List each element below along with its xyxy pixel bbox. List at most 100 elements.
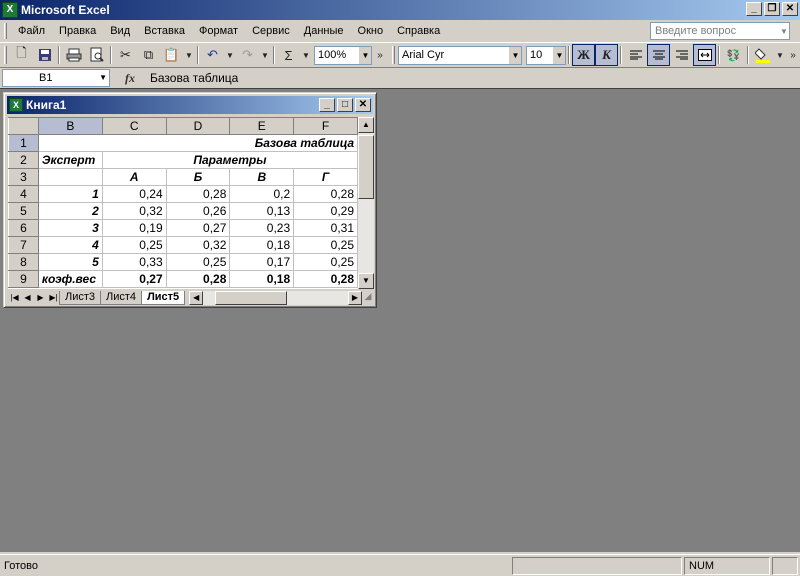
align-right-icon[interactable] xyxy=(670,44,693,66)
value-cell[interactable]: 0,24 xyxy=(101,185,167,203)
column-header-e[interactable]: E xyxy=(229,117,295,135)
row-header[interactable]: 8 xyxy=(8,253,39,271)
menu-file[interactable]: Файл xyxy=(11,22,52,40)
value-cell[interactable]: 0,32 xyxy=(165,236,231,254)
name-box-dropdown-icon[interactable]: ▼ xyxy=(99,73,107,82)
expert-header-cell[interactable]: Эксперт xyxy=(37,151,103,169)
italic-button[interactable]: К xyxy=(595,44,618,66)
sheet-tab-5[interactable]: Лист5 xyxy=(141,291,186,305)
sheet-tab-4[interactable]: Лист4 xyxy=(100,291,143,305)
toolbar-overflow-icon-2[interactable]: » xyxy=(786,44,800,66)
formula-input[interactable]: Базова таблица xyxy=(150,69,800,87)
param-name-cell[interactable]: А xyxy=(101,168,167,186)
zoom-dropdown-icon[interactable]: ▼ xyxy=(359,46,371,64)
horizontal-scroll-thumb[interactable] xyxy=(215,291,288,305)
vertical-scroll-thumb[interactable] xyxy=(358,135,374,199)
expert-number-cell[interactable]: 5 xyxy=(37,253,103,271)
expert-number-cell[interactable]: 2 xyxy=(37,202,103,220)
value-cell[interactable]: 0,33 xyxy=(101,253,167,271)
next-sheet-icon[interactable]: ▶ xyxy=(34,291,47,305)
value-cell[interactable]: 0,32 xyxy=(101,202,167,220)
zoom-select[interactable]: 100% ▼ xyxy=(314,45,372,65)
menu-format[interactable]: Формат xyxy=(192,22,245,40)
fill-color-dropdown-icon[interactable]: ▼ xyxy=(774,44,786,66)
row-header[interactable]: 1 xyxy=(8,134,39,152)
value-cell[interactable]: 0,2 xyxy=(229,185,295,203)
value-cell[interactable]: 0,13 xyxy=(229,202,295,220)
workbook-title-bar[interactable]: X Книга1 _ □ ✕ xyxy=(7,96,373,114)
font-size-select[interactable]: 10 ▼ xyxy=(526,45,566,65)
value-cell[interactable]: 0,25 xyxy=(293,236,358,254)
menu-view[interactable]: Вид xyxy=(103,22,137,40)
coef-label-cell[interactable]: коэф.вес xyxy=(37,270,103,288)
merge-center-icon[interactable] xyxy=(693,44,716,66)
first-sheet-icon[interactable]: |◀ xyxy=(8,291,21,305)
minimize-button[interactable]: _ xyxy=(746,2,762,16)
row-header[interactable]: 6 xyxy=(8,219,39,237)
menu-help[interactable]: Справка xyxy=(390,22,447,40)
row-header[interactable]: 7 xyxy=(8,236,39,254)
fill-color-icon[interactable] xyxy=(751,44,774,66)
print-icon[interactable] xyxy=(62,44,85,66)
paste-icon[interactable]: 📋 xyxy=(160,44,183,66)
menu-edit[interactable]: Правка xyxy=(52,22,103,40)
font-name-select[interactable]: Arial Cyr ▼ xyxy=(398,45,522,65)
column-header-d[interactable]: D xyxy=(165,117,231,135)
column-header-b[interactable]: B xyxy=(37,117,103,135)
paste-dropdown-icon[interactable]: ▼ xyxy=(183,44,195,66)
help-question-input[interactable]: Введите вопрос ▼ xyxy=(650,22,790,40)
coef-value-cell[interactable]: 0,18 xyxy=(229,270,295,288)
value-cell[interactable]: 0,28 xyxy=(293,185,358,203)
save-icon[interactable] xyxy=(33,44,56,66)
print-preview-icon[interactable] xyxy=(85,44,108,66)
param-name-cell[interactable]: В xyxy=(229,168,295,186)
cut-icon[interactable]: ✂ xyxy=(114,44,137,66)
workbook-minimize-button[interactable]: _ xyxy=(319,98,335,112)
coef-value-cell[interactable]: 0,28 xyxy=(165,270,231,288)
bold-button[interactable]: Ж xyxy=(572,44,595,66)
params-header-cell[interactable]: Параметры xyxy=(101,151,358,169)
table-title-cell[interactable]: Базова таблица xyxy=(37,134,358,152)
menu-insert[interactable]: Вставка xyxy=(137,22,192,40)
workbook-close-button[interactable]: ✕ xyxy=(355,98,371,112)
value-cell[interactable]: 0,25 xyxy=(101,236,167,254)
undo-icon[interactable]: ↶ xyxy=(201,44,224,66)
close-button[interactable]: ✕ xyxy=(782,2,798,16)
row-header[interactable]: 2 xyxy=(8,151,39,169)
resize-grip-icon[interactable]: ◢ xyxy=(362,291,374,305)
name-box[interactable]: B1 ▼ xyxy=(2,69,110,87)
menu-tools[interactable]: Сервис xyxy=(245,22,297,40)
expert-number-cell[interactable]: 1 xyxy=(37,185,103,203)
row-header[interactable]: 9 xyxy=(8,270,39,288)
workbook-maximize-button[interactable]: □ xyxy=(337,98,353,112)
coef-value-cell[interactable]: 0,27 xyxy=(101,270,167,288)
param-name-cell[interactable]: Г xyxy=(293,168,358,186)
horizontal-scrollbar[interactable]: ◀ ▶ xyxy=(189,291,362,305)
column-header-f[interactable]: F xyxy=(293,117,358,135)
align-left-icon[interactable] xyxy=(624,44,647,66)
row-header[interactable]: 4 xyxy=(8,185,39,203)
cell[interactable] xyxy=(37,168,103,186)
sheet-tab-3[interactable]: Лист3 xyxy=(59,291,102,305)
menu-window[interactable]: Окно xyxy=(351,22,391,40)
value-cell[interactable]: 0,23 xyxy=(229,219,295,237)
expert-number-cell[interactable]: 4 xyxy=(37,236,103,254)
scroll-up-icon[interactable]: ▲ xyxy=(358,117,374,133)
column-header-c[interactable]: C xyxy=(101,117,167,135)
scroll-left-icon[interactable]: ◀ xyxy=(189,291,204,305)
value-cell[interactable]: 0,18 xyxy=(229,236,295,254)
redo-dropdown-icon[interactable]: ▼ xyxy=(259,44,271,66)
vertical-scrollbar[interactable]: ▲ ▼ xyxy=(358,117,374,289)
param-name-cell[interactable]: Б xyxy=(165,168,231,186)
value-cell[interactable]: 0,28 xyxy=(165,185,231,203)
select-all-corner[interactable] xyxy=(8,117,39,135)
scroll-down-icon[interactable]: ▼ xyxy=(358,273,374,289)
scroll-right-icon[interactable]: ▶ xyxy=(348,291,362,305)
autosum-dropdown-icon[interactable]: ▼ xyxy=(300,44,312,66)
toolbar-overflow-icon[interactable]: » xyxy=(372,44,388,66)
help-dropdown-icon[interactable]: ▼ xyxy=(779,27,789,36)
font-size-dropdown-icon[interactable]: ▼ xyxy=(553,46,565,64)
currency-icon[interactable]: 💱 xyxy=(722,44,745,66)
value-cell[interactable]: 0,29 xyxy=(293,202,358,220)
new-file-icon[interactable]: 🗋 xyxy=(10,44,33,66)
